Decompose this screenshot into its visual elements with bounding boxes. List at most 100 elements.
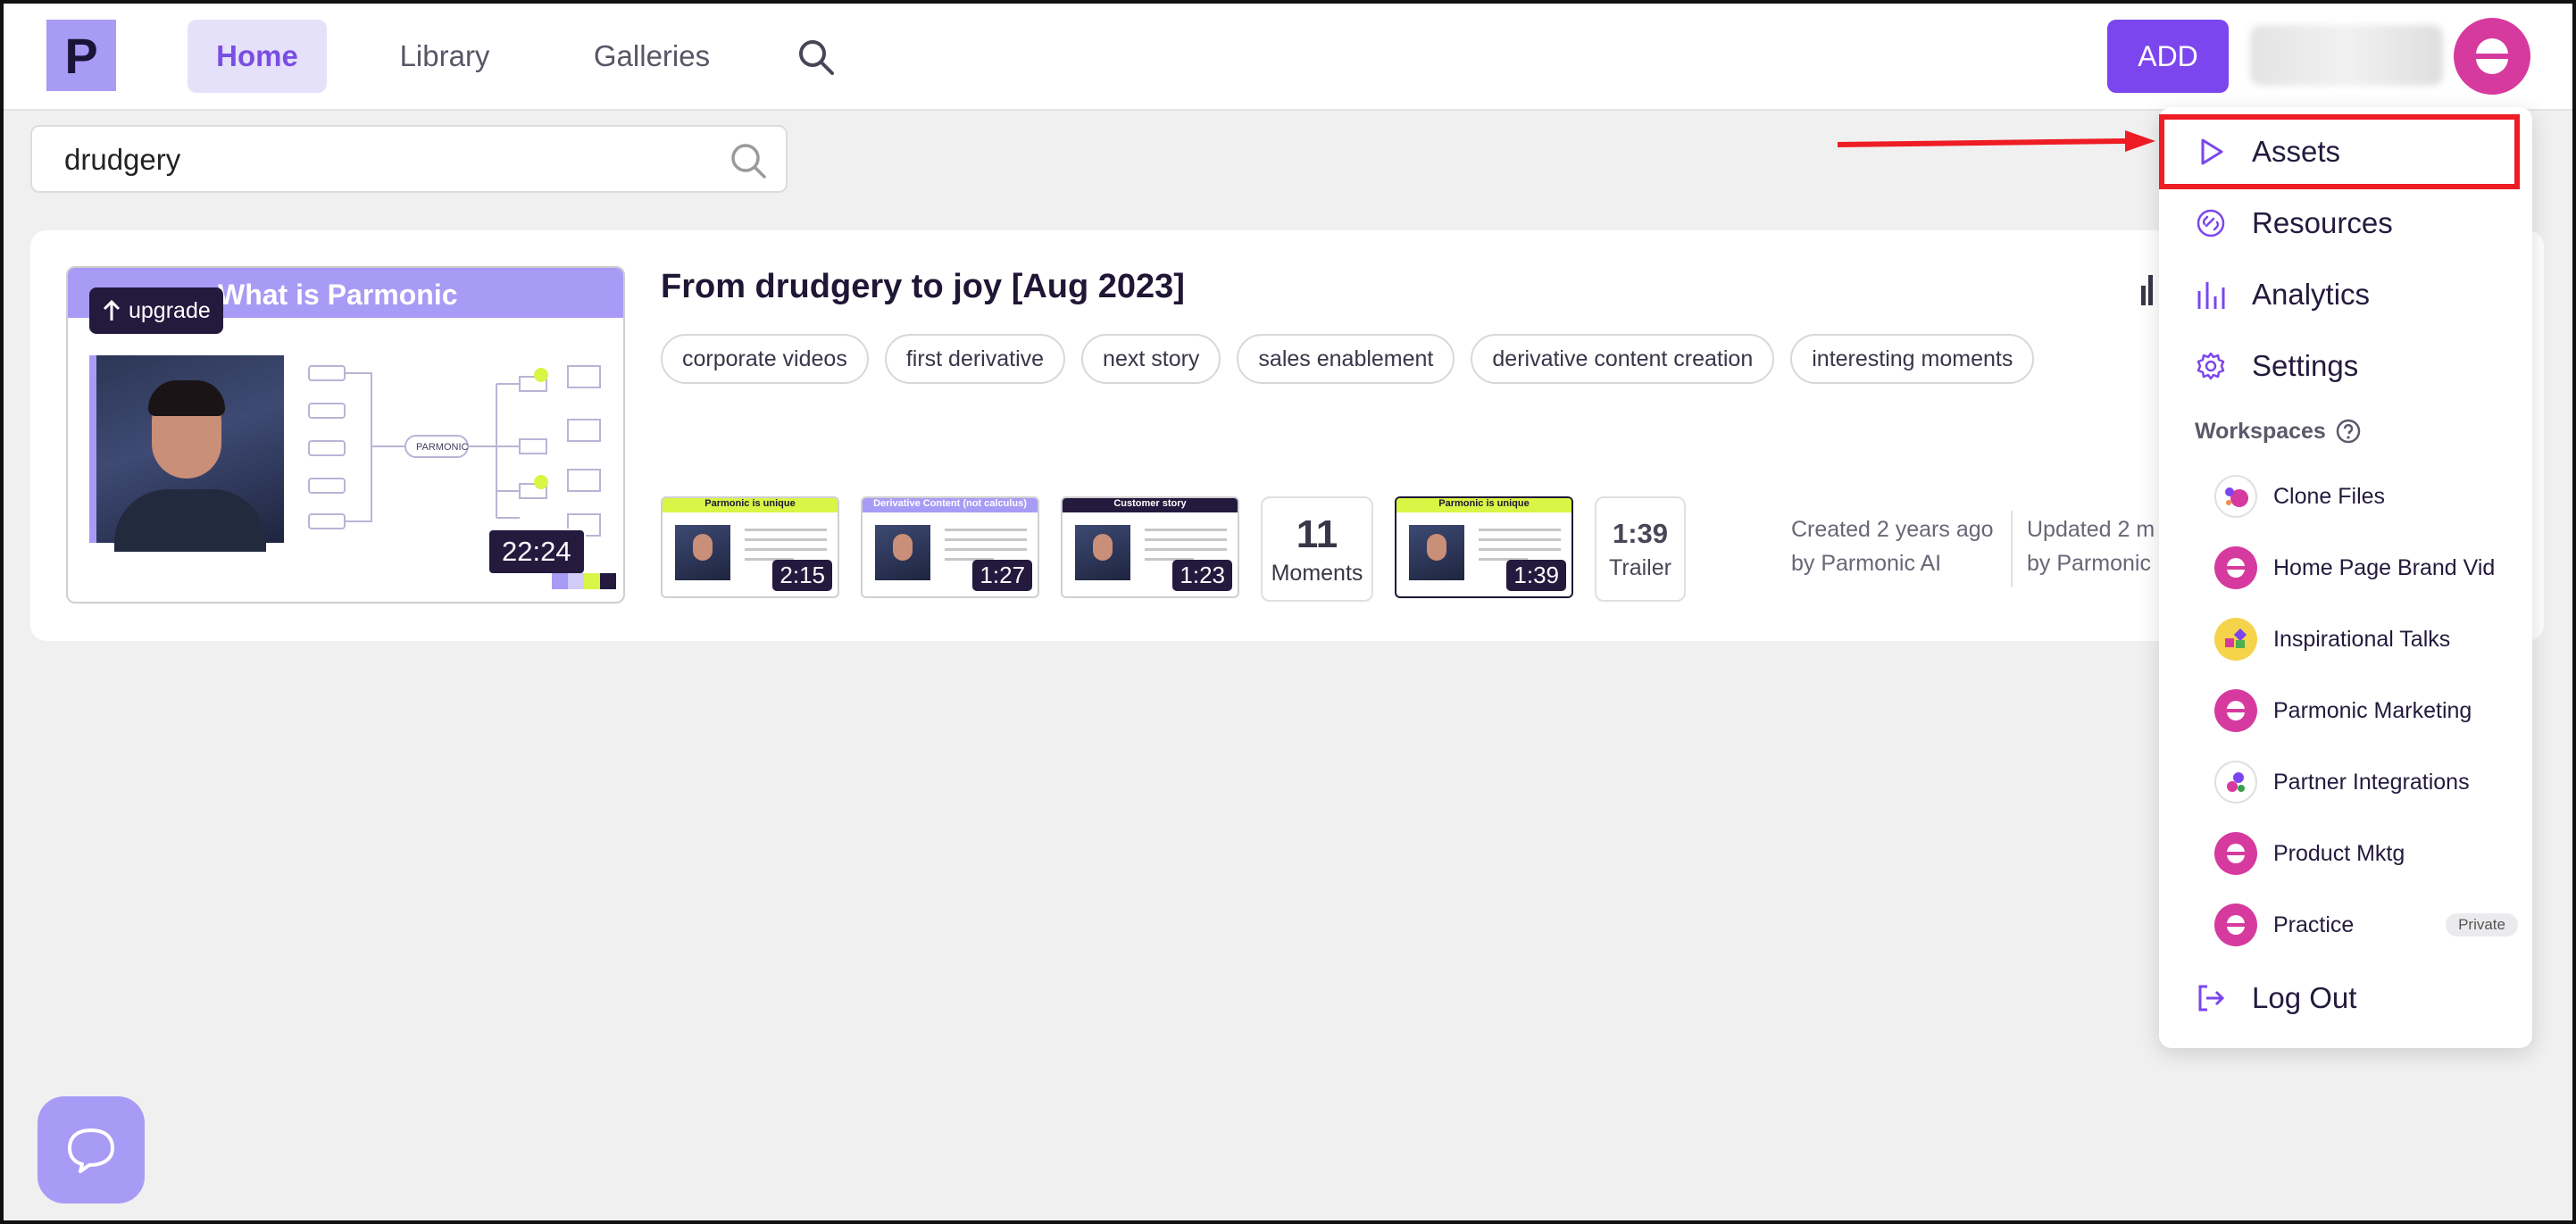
search-icon[interactable]: [729, 141, 768, 180]
clone-files-logo-icon: [2225, 487, 2248, 507]
menu-item-settings[interactable]: Settings: [2159, 330, 2532, 402]
moment-thumbnail[interactable]: Parmonic is unique 2:15: [661, 496, 839, 598]
moments-label: Moments: [1271, 560, 1363, 586]
moment-heading: Customer story: [1063, 498, 1238, 512]
partner-integrations-logo-icon: [2227, 772, 2245, 792]
workspaces-heading-label: Workspaces: [2195, 418, 2326, 444]
chat-bubble-icon: [68, 1128, 114, 1173]
total-duration-badge: 22:24: [488, 529, 586, 575]
trailer-duration: 1:39: [1506, 560, 1566, 591]
logout-label: Log Out: [2252, 981, 2357, 1014]
created-info: Created 2 years ago by Parmonic AI: [1791, 512, 1994, 580]
trailer-thumbnail[interactable]: Parmonic is unique 1:39: [1395, 496, 1573, 598]
trailer-box[interactable]: 1:39 Trailer: [1595, 496, 1686, 602]
tag-chip[interactable]: interesting moments: [1790, 334, 2035, 384]
workspace-item-clone-files[interactable]: Clone Files: [2214, 470, 2518, 523]
moment-thumbnail[interactable]: Customer story 1:23: [1061, 496, 1239, 598]
chat-launcher-button[interactable]: [38, 1096, 145, 1203]
moment-heading: Derivative Content (not calculus): [863, 498, 1038, 512]
arrow-up-icon: [103, 299, 121, 321]
created-date: Created 2 years ago: [1791, 517, 1994, 542]
menu-item-label: Settings: [2252, 349, 2359, 382]
workspace-label: Partner Integrations: [2273, 769, 2470, 795]
workspaces-heading: Workspaces: [2195, 418, 2362, 445]
workspace-label: Clone Files: [2273, 483, 2386, 509]
workspace-label: Product Mktg: [2273, 840, 2405, 866]
moment-duration: 2:15: [772, 560, 832, 591]
nav-tab-galleries[interactable]: Galleries: [571, 20, 732, 93]
meta-divider: [2011, 511, 2013, 587]
logout-icon: [2198, 985, 2225, 1012]
menu-item-log-out[interactable]: Log Out: [2159, 962, 2532, 1034]
updated-info: Updated 2 m by Parmonic: [2027, 512, 2155, 580]
menu-item-assets[interactable]: Assets: [2159, 116, 2532, 187]
moment-duration: 1:23: [1172, 560, 1232, 591]
trailer-heading: Parmonic is unique: [1396, 498, 1571, 512]
updated-by: by Parmonic: [2027, 551, 2151, 576]
moment-thumbnail[interactable]: Derivative Content (not calculus) 1:27: [861, 496, 1039, 598]
link-icon: [2197, 209, 2225, 237]
workspace-item-product-mktg[interactable]: Product Mktg: [2214, 827, 2518, 880]
trailer-label: Trailer: [1609, 554, 1671, 580]
search-input[interactable]: [64, 139, 707, 180]
svg-text:PARMONIC: PARMONIC: [416, 442, 469, 453]
upgrade-label: upgrade: [129, 297, 211, 323]
tag-chip[interactable]: sales enablement: [1237, 334, 1455, 384]
workspace-avatar: [2214, 475, 2257, 518]
menu-item-analytics[interactable]: Analytics: [2159, 259, 2532, 330]
asset-thumbnail[interactable]: What is Parmonic upgrade PARMONIC 22:24: [66, 266, 625, 604]
avatar-logo-icon: [2476, 38, 2508, 74]
analytics-icon[interactable]: [2141, 275, 2159, 305]
trailer-time: 1:39: [1612, 517, 1669, 549]
workspace-item-partner-integrations[interactable]: Partner Integrations: [2214, 755, 2518, 809]
workspace-label: Practice: [2273, 912, 2355, 937]
tag-list: corporate videos first derivative next s…: [661, 334, 2035, 384]
menu-item-resources[interactable]: Resources: [2159, 187, 2532, 259]
menu-item-label: Assets: [2252, 135, 2341, 168]
help-icon[interactable]: [2335, 418, 2362, 445]
asset-title[interactable]: From drudgery to joy [Aug 2023]: [661, 268, 1185, 306]
gear-icon: [2197, 352, 2225, 380]
workspace-avatar: [2214, 689, 2257, 732]
moment-duration: 1:27: [972, 560, 1032, 591]
workflow-diagram-image: PARMONIC: [308, 365, 601, 537]
created-by: by Parmonic AI: [1791, 551, 1942, 576]
workspace-label: Inspirational Talks: [2273, 626, 2451, 652]
search-icon[interactable]: [795, 36, 838, 79]
workspace-item-home-page-brand-vid[interactable]: Home Page Brand Vid: [2214, 541, 2518, 595]
bar-chart-icon: [2197, 282, 2225, 309]
private-badge: Private: [2446, 913, 2518, 937]
tag-chip[interactable]: next story: [1081, 334, 1221, 384]
parmonic-logo[interactable]: P: [46, 20, 116, 91]
moments-count-box[interactable]: 11 Moments: [1261, 496, 1373, 602]
tag-chip[interactable]: derivative content creation: [1471, 334, 1775, 384]
workspace-item-inspirational-talks[interactable]: Inspirational Talks: [2214, 612, 2518, 666]
nav-tab-library[interactable]: Library: [373, 20, 516, 93]
profile-dropdown-menu: Assets Resources Analytics Settings Work…: [2159, 107, 2532, 1048]
brand-swatches: [552, 573, 616, 589]
thumbnail-title: What is Parmonic: [218, 279, 458, 311]
search-bar: [30, 125, 788, 193]
moments-strip: Parmonic is unique 2:15 Derivative Conte…: [661, 496, 1686, 602]
workspace-label: Home Page Brand Vid: [2273, 554, 2496, 580]
menu-item-label: Analytics: [2252, 278, 2371, 311]
tag-chip[interactable]: corporate videos: [661, 334, 869, 384]
workspace-avatar: [2214, 832, 2257, 875]
workspace-item-practice[interactable]: Practice Private: [2214, 898, 2518, 952]
tag-chip[interactable]: first derivative: [884, 334, 1066, 384]
add-button[interactable]: ADD: [2107, 20, 2229, 93]
menu-item-label: Resources: [2252, 206, 2393, 239]
moment-heading: Parmonic is unique: [663, 498, 838, 512]
workspace-avatar: [2214, 546, 2257, 589]
upgrade-badge[interactable]: upgrade: [89, 287, 223, 334]
workspace-avatar: [2214, 903, 2257, 946]
nav-tab-home[interactable]: Home: [188, 20, 327, 93]
blurred-user-name: [2250, 25, 2443, 86]
updated-date: Updated 2 m: [2027, 517, 2155, 542]
annotation-arrow: [1838, 130, 2155, 152]
play-icon: [2201, 138, 2223, 165]
workspace-item-parmonic-marketing[interactable]: Parmonic Marketing: [2214, 684, 2518, 737]
workspace-avatar: [2214, 761, 2257, 804]
user-avatar[interactable]: [2454, 18, 2530, 95]
moments-count: 11: [1296, 512, 1338, 556]
